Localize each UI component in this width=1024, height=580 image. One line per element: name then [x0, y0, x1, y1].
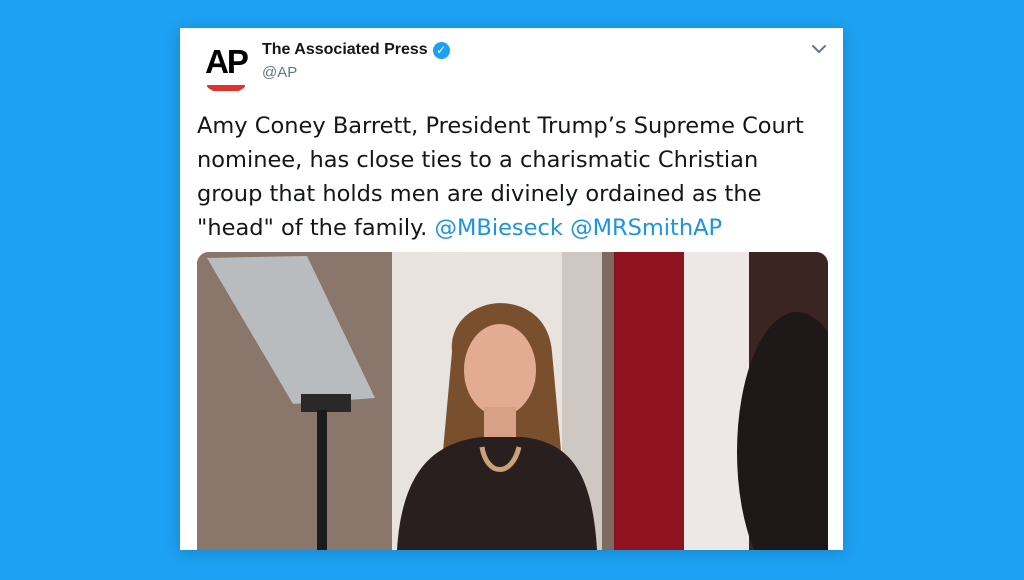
mention-link[interactable]: @MBieseck — [434, 215, 562, 241]
author-name[interactable]: The Associated Press — [262, 41, 428, 59]
author-name-row: The Associated Press ✓ — [262, 41, 450, 59]
mention-link[interactable]: @MRSmithAP — [570, 215, 722, 241]
tweet-text: Amy Coney Barrett, President Trump’s Sup… — [197, 109, 827, 245]
mention-spacer — [563, 215, 570, 241]
tweet-header: AP The Associated Press ✓ @AP — [180, 28, 843, 118]
ap-logo-underline — [207, 85, 245, 91]
photo-image — [197, 252, 828, 550]
tweet-photo[interactable] — [197, 252, 828, 550]
author-handle[interactable]: @AP — [262, 64, 297, 81]
ap-logo: AP — [205, 43, 249, 80]
avatar[interactable]: AP — [197, 36, 255, 94]
chevron-down-icon[interactable] — [809, 41, 829, 57]
verified-badge-icon: ✓ — [432, 41, 450, 59]
tweet-card: AP The Associated Press ✓ @AP Amy Coney … — [180, 28, 843, 550]
